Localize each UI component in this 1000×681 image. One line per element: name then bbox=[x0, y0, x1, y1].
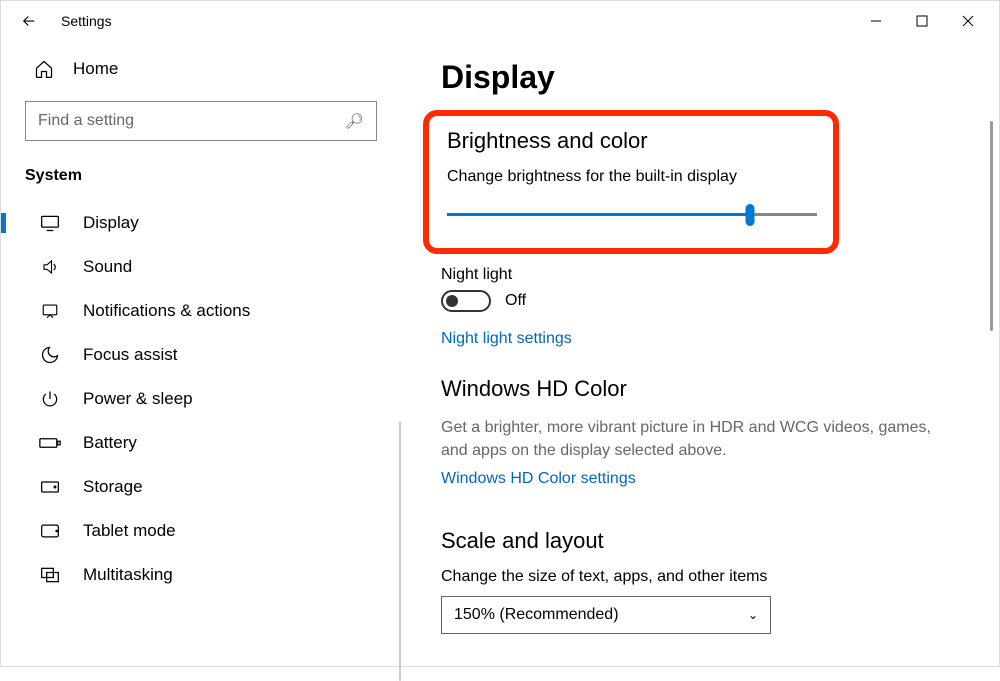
hd-color-settings-link[interactable]: Windows HD Color settings bbox=[441, 470, 636, 488]
brightness-heading: Brightness and color bbox=[447, 128, 815, 154]
minimize-button[interactable] bbox=[853, 1, 899, 41]
sidebar-item-label: Power & sleep bbox=[83, 389, 193, 409]
sidebar-item-label: Notifications & actions bbox=[83, 301, 250, 321]
home-icon bbox=[33, 59, 55, 79]
sidebar-item-label: Sound bbox=[83, 257, 132, 277]
battery-icon bbox=[39, 436, 61, 450]
sidebar-item-power-sleep[interactable]: Power & sleep bbox=[1, 377, 401, 421]
storage-icon bbox=[39, 479, 61, 495]
advanced-scaling-link-partial[interactable] bbox=[441, 642, 959, 652]
notifications-icon bbox=[39, 302, 61, 320]
home-label: Home bbox=[73, 59, 118, 79]
sidebar-item-battery[interactable]: Battery bbox=[1, 421, 401, 465]
sidebar-item-display[interactable]: Display bbox=[1, 201, 401, 245]
scale-dropdown-value: 150% (Recommended) bbox=[454, 606, 619, 624]
search-placeholder: Find a setting bbox=[38, 112, 134, 130]
sidebar-item-multitasking[interactable]: Multitasking bbox=[1, 553, 401, 597]
tablet-icon bbox=[39, 523, 61, 539]
sidebar-item-tablet-mode[interactable]: Tablet mode bbox=[1, 509, 401, 553]
sidebar-item-label: Tablet mode bbox=[83, 521, 176, 541]
main-content: Display Brightness and color Change brig… bbox=[401, 41, 999, 666]
close-button[interactable] bbox=[945, 1, 991, 41]
back-button[interactable] bbox=[9, 1, 49, 41]
highlight-annotation: Brightness and color Change brightness f… bbox=[423, 110, 839, 254]
night-light-settings-link[interactable]: Night light settings bbox=[441, 330, 572, 348]
power-icon bbox=[39, 389, 61, 409]
sidebar-item-label: Focus assist bbox=[83, 345, 177, 365]
scale-heading: Scale and layout bbox=[441, 528, 959, 554]
sidebar-item-label: Storage bbox=[83, 477, 143, 497]
night-light-label: Night light bbox=[441, 266, 959, 284]
multitasking-icon bbox=[39, 566, 61, 584]
brightness-desc: Change brightness for the built-in displ… bbox=[447, 168, 815, 186]
chevron-down-icon: ⌄ bbox=[748, 608, 758, 622]
window-title: Settings bbox=[61, 13, 112, 29]
maximize-button[interactable] bbox=[899, 1, 945, 41]
scale-dropdown[interactable]: 150% (Recommended) ⌄ bbox=[441, 596, 771, 634]
sidebar-item-notifications[interactable]: Notifications & actions bbox=[1, 289, 401, 333]
scale-desc: Change the size of text, apps, and other… bbox=[441, 568, 959, 586]
sidebar-item-focus-assist[interactable]: Focus assist bbox=[1, 333, 401, 377]
page-title: Display bbox=[441, 59, 959, 96]
sidebar: Home Find a setting 🔍︎ System Display So… bbox=[1, 41, 401, 666]
display-icon bbox=[39, 214, 61, 232]
scrollbar-thumb[interactable] bbox=[990, 121, 993, 331]
sidebar-item-home[interactable]: Home bbox=[1, 49, 401, 89]
night-light-state: Off bbox=[505, 292, 526, 310]
hd-color-desc: Get a brighter, more vibrant picture in … bbox=[441, 416, 959, 462]
hd-color-heading: Windows HD Color bbox=[441, 376, 959, 402]
sidebar-item-label: Battery bbox=[83, 433, 137, 453]
sidebar-item-label: Display bbox=[83, 213, 139, 233]
search-input[interactable]: Find a setting 🔍︎ bbox=[25, 101, 377, 141]
sidebar-item-sound[interactable]: Sound bbox=[1, 245, 401, 289]
sidebar-item-label: Multitasking bbox=[83, 565, 173, 585]
sound-icon bbox=[39, 258, 61, 276]
focus-assist-icon bbox=[39, 345, 61, 365]
night-light-toggle[interactable] bbox=[441, 290, 491, 312]
search-icon: 🔍︎ bbox=[345, 112, 364, 130]
sidebar-item-storage[interactable]: Storage bbox=[1, 465, 401, 509]
slider-thumb[interactable] bbox=[746, 204, 755, 226]
sidebar-category: System bbox=[1, 159, 401, 201]
brightness-slider[interactable] bbox=[447, 204, 817, 224]
